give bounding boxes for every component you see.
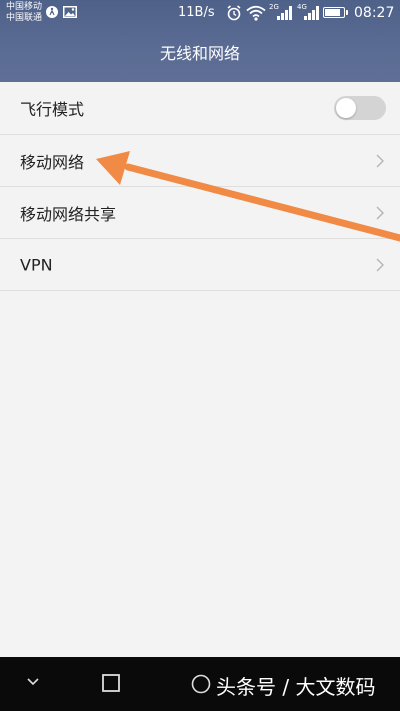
chevron-right-icon [376, 258, 384, 271]
settings-item-label: VPN [20, 255, 53, 274]
navigation-bar: 头条号 / 大文数码 [0, 657, 400, 711]
network-speed: 11B/s [178, 5, 215, 20]
carrier-info: 中国移动 中国联通 [6, 2, 42, 24]
signal-sim1-icon [277, 6, 292, 20]
settings-item-label: 移动网络共享 [20, 204, 117, 224]
settings-item-mobile-network[interactable]: 移动网络 [0, 135, 400, 187]
chevron-right-icon [376, 154, 384, 167]
app-header: 中国移动 中国联通 11B/s 2G 4G 08:27 无线和网络 [0, 0, 400, 82]
chevron-right-icon [376, 206, 384, 219]
recents-circle-icon[interactable] [191, 674, 211, 694]
status-bar: 中国移动 中国联通 11B/s 2G 4G 08:27 [0, 0, 400, 28]
wifi-icon [246, 5, 266, 21]
settings-item-label: 移动网络 [20, 152, 85, 172]
airplane-mode-toggle[interactable] [334, 96, 386, 120]
toggle-knob [336, 98, 356, 118]
clock: 08:27 [354, 5, 395, 21]
accessibility-icon [46, 6, 58, 18]
battery-icon [323, 7, 348, 18]
signal-sim2-icon [304, 6, 319, 20]
settings-item-tethering[interactable]: 移动网络共享 [0, 187, 400, 239]
settings-list: 飞行模式 移动网络 移动网络共享 VPN [0, 82, 400, 291]
carrier-2: 中国联通 [6, 13, 43, 23]
back-icon[interactable] [26, 677, 40, 687]
alarm-icon [227, 5, 241, 21]
watermark-text: 头条号 / 大文数码 [216, 675, 376, 699]
page-title: 无线和网络 [159, 44, 240, 63]
battery-level [325, 9, 341, 16]
settings-item-vpn[interactable]: VPN [0, 239, 400, 291]
home-square-icon[interactable] [102, 674, 120, 692]
settings-item-airplane-mode[interactable]: 飞行模式 [0, 82, 400, 135]
settings-item-label: 飞行模式 [20, 100, 85, 119]
image-icon [63, 6, 77, 18]
carrier-1: 中国移动 [6, 2, 43, 12]
